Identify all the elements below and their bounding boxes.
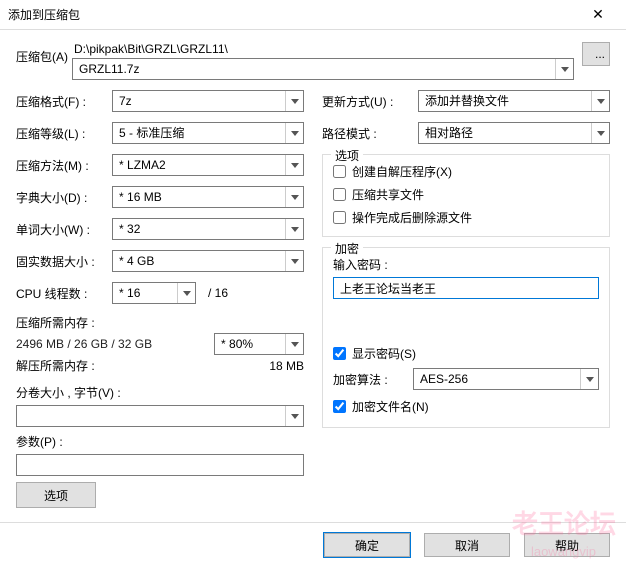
browse-button[interactable]: ... [582, 42, 610, 66]
cancel-button[interactable]: 取消 [424, 533, 510, 557]
method-select[interactable]: LZMA2 [112, 154, 304, 176]
archive-label: 压缩包(A) [16, 42, 72, 65]
memcomp-select[interactable]: 80% [214, 333, 304, 355]
chevron-down-icon[interactable] [285, 91, 303, 111]
word-label: 单词大小(W) : [16, 221, 112, 238]
dict-select[interactable]: 16 MB [112, 186, 304, 208]
title-bar: 添加到压缩包 ✕ [0, 0, 626, 30]
footer: 确定 取消 帮助 [0, 522, 626, 571]
threads-total: / 16 [208, 286, 228, 300]
window-title: 添加到压缩包 [8, 6, 578, 23]
archive-row: 压缩包(A) D:\pikpak\Bit\GRZL\GRZL11\ ... [16, 42, 610, 80]
update-label: 更新方式(U) : [322, 93, 418, 110]
options-button[interactable]: 选项 [16, 482, 96, 508]
close-icon[interactable]: ✕ [578, 6, 618, 23]
encrypt-names-checkbox[interactable]: 加密文件名(N) [333, 398, 599, 415]
chevron-down-icon[interactable] [591, 91, 609, 111]
chevron-down-icon[interactable] [177, 283, 195, 303]
chevron-down-icon[interactable] [285, 187, 303, 207]
archive-name-input[interactable] [73, 59, 555, 79]
format-label: 压缩格式(F) : [16, 93, 112, 110]
chevron-down-icon[interactable] [591, 123, 609, 143]
memdecomp-label: 解压所需内存 : [16, 357, 95, 374]
algo-label: 加密算法 : [333, 371, 413, 388]
pathmode-select[interactable]: 相对路径 [418, 122, 610, 144]
level-select[interactable]: 5 - 标准压缩 [112, 122, 304, 144]
volume-combo[interactable] [16, 405, 304, 427]
password-input[interactable] [333, 277, 599, 299]
threads-select[interactable]: 16 [112, 282, 196, 304]
password-label: 输入密码 : [333, 256, 599, 273]
ok-button[interactable]: 确定 [324, 533, 410, 557]
chevron-down-icon[interactable] [285, 406, 303, 426]
encryption-legend: 加密 [331, 240, 363, 257]
delete-checkbox[interactable]: 操作完成后删除源文件 [333, 209, 599, 226]
help-button[interactable]: 帮助 [524, 533, 610, 557]
show-password-checkbox[interactable]: 显示密码(S) [333, 345, 599, 362]
format-select[interactable]: 7z [112, 90, 304, 112]
left-column: 压缩格式(F) : 7z 压缩等级(L) : 5 - 标准压缩 [16, 90, 304, 508]
shared-checkbox[interactable]: 压缩共享文件 [333, 186, 599, 203]
sfx-checkbox[interactable]: 创建自解压程序(X) [333, 163, 599, 180]
algo-select[interactable]: AES-256 [413, 368, 599, 390]
chevron-down-icon[interactable] [580, 369, 598, 389]
memcomp-detail: 2496 MB / 26 GB / 32 GB [16, 337, 214, 351]
update-select[interactable]: 添加并替换文件 [418, 90, 610, 112]
chevron-down-icon[interactable] [285, 219, 303, 239]
chevron-down-icon[interactable] [285, 155, 303, 175]
dict-label: 字典大小(D) : [16, 189, 112, 206]
options-legend: 选项 [331, 147, 363, 164]
pathmode-label: 路径模式 : [322, 125, 418, 142]
chevron-down-icon[interactable] [285, 334, 303, 354]
memcomp-label: 压缩所需内存 : [16, 314, 95, 331]
options-group: 选项 创建自解压程序(X) 压缩共享文件 操作完成后删除源文件 [322, 154, 610, 237]
word-select[interactable]: 32 [112, 218, 304, 240]
solid-label: 固实数据大小 : [16, 253, 112, 270]
solid-select[interactable]: 4 GB [112, 250, 304, 272]
threads-label: CPU 线程数 : [16, 285, 112, 302]
method-label: 压缩方法(M) : [16, 157, 112, 174]
archive-name-combo[interactable] [72, 58, 574, 80]
params-label: 参数(P) : [16, 433, 304, 450]
volume-input[interactable] [17, 406, 285, 426]
memdecomp-value: 18 MB [95, 359, 304, 373]
chevron-down-icon[interactable] [555, 59, 573, 79]
right-column: 更新方式(U) : 添加并替换文件 路径模式 : 相对路径 [322, 90, 610, 508]
archive-path: D:\pikpak\Bit\GRZL\GRZL11\ [72, 42, 574, 56]
chevron-down-icon[interactable] [285, 123, 303, 143]
chevron-down-icon[interactable] [285, 251, 303, 271]
encryption-group: 加密 输入密码 : 显示密码(S) 加密算法 : AES-256 [322, 247, 610, 428]
params-input[interactable] [16, 454, 304, 476]
volume-label: 分卷大小 , 字节(V) : [16, 384, 304, 401]
level-label: 压缩等级(L) : [16, 125, 112, 142]
